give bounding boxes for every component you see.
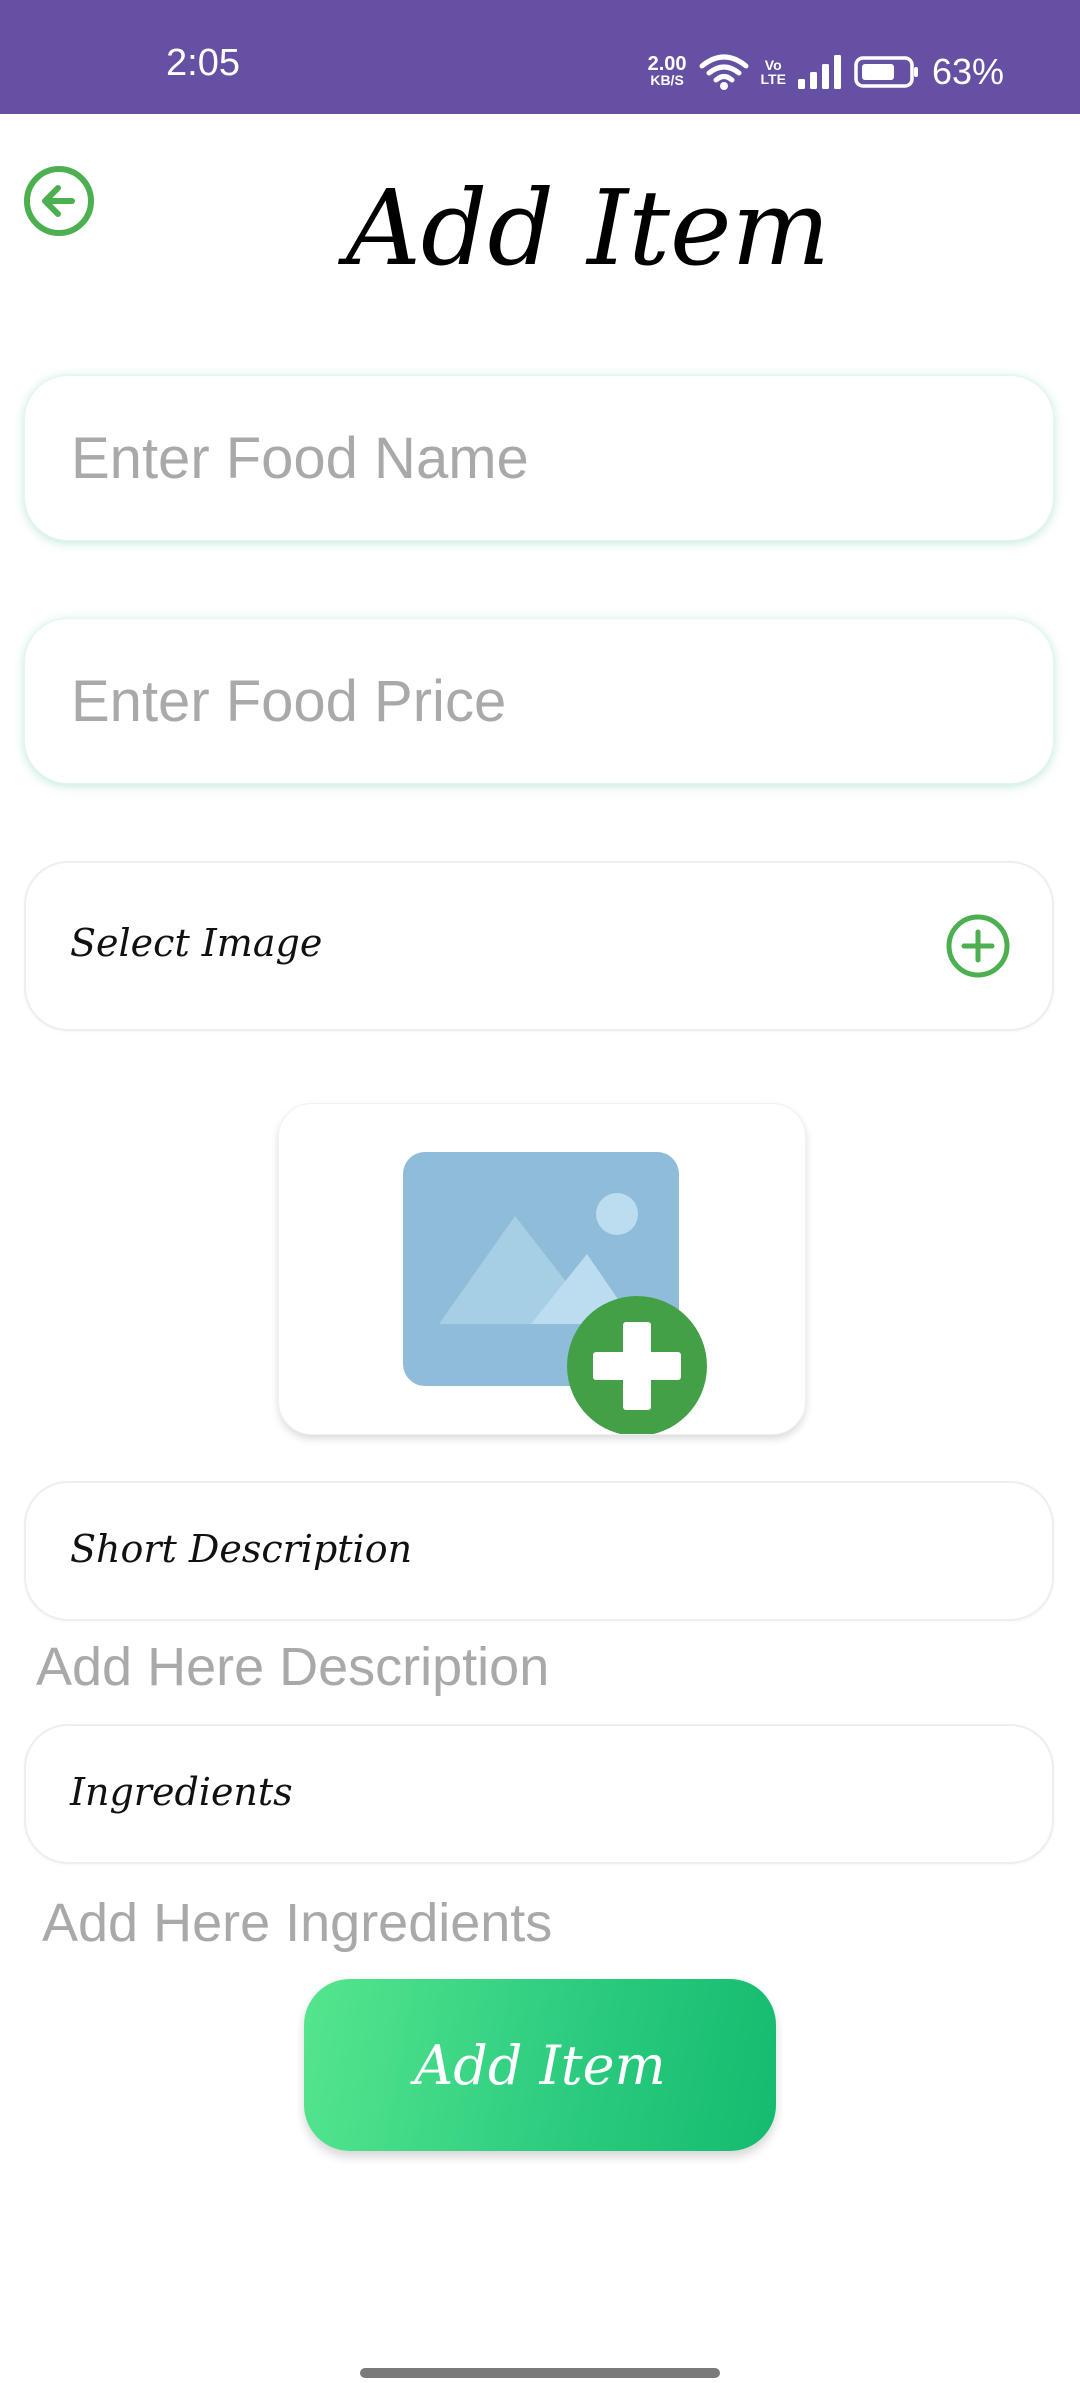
ingredients-label: Ingredients <box>70 1770 293 1814</box>
ingredients-input[interactable] <box>42 1892 1042 1962</box>
battery-icon <box>854 56 918 88</box>
select-image-label: Select Image <box>70 921 323 965</box>
short-description-label: Short Description <box>70 1527 413 1571</box>
food-name-input[interactable] <box>25 376 1053 540</box>
network-speed-unit: KB/S <box>650 72 684 88</box>
select-image-row[interactable]: Select Image <box>24 861 1054 1031</box>
wifi-icon <box>699 54 749 90</box>
network-speed-value: 2.00 <box>647 53 687 75</box>
add-item-button[interactable]: Add Item <box>304 1979 776 2151</box>
signal-icon <box>797 55 841 89</box>
image-preview[interactable] <box>278 1103 806 1435</box>
short-description-row: Short Description <box>24 1481 1054 1621</box>
description-input[interactable] <box>36 1636 1036 1706</box>
battery-percentage: 63% <box>931 51 1004 92</box>
ingredients-row: Ingredients <box>24 1724 1054 1864</box>
status-bar: 2:05 2.00 KB/S Vo LTE 63% <box>0 0 1080 114</box>
volte-bottom: LTE <box>760 71 786 87</box>
image-add-icon <box>403 1152 707 1434</box>
volte-indicator: Vo LTE <box>761 58 786 86</box>
status-icons: 2.00 KB/S Vo LTE 63% <box>648 52 1004 92</box>
food-name-field <box>24 375 1054 541</box>
plus-circle-icon[interactable] <box>944 912 1012 980</box>
volte-top: Vo <box>764 57 782 73</box>
network-speed: 2.00 KB/S <box>647 53 687 88</box>
food-price-field <box>24 618 1054 784</box>
food-price-input[interactable] <box>25 619 1053 783</box>
status-time: 2:05 <box>166 42 240 84</box>
home-indicator[interactable] <box>360 2368 720 2378</box>
page-title: Add Item <box>345 167 831 289</box>
